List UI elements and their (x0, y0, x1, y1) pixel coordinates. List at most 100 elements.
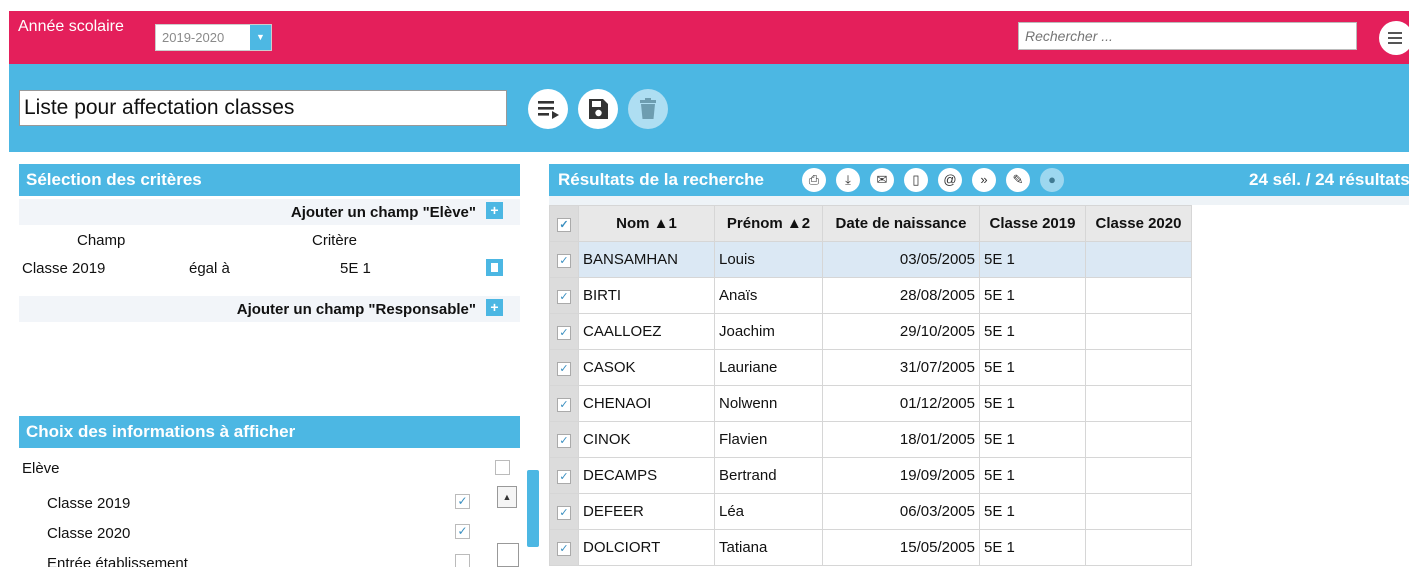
cell-class-2020[interactable] (1085, 277, 1192, 314)
cell-class-2020[interactable] (1085, 529, 1192, 566)
cell-class-2020[interactable] (1085, 385, 1192, 422)
results-header: Résultats de la recherche ⎙ ⤓ ✉ ▯ @ » ✎ … (549, 164, 1409, 196)
cell-nom: CINOK (578, 421, 715, 458)
row-checkbox[interactable]: ✓ (549, 313, 579, 350)
display-item-checkbox[interactable]: ✓ (455, 494, 470, 509)
row-checkbox[interactable]: ✓ (549, 385, 579, 422)
row-checkbox[interactable]: ✓ (549, 349, 579, 386)
row-checkbox[interactable]: ✓ (549, 493, 579, 530)
cell-date: 18/01/2005 (822, 421, 980, 458)
cell-date: 28/08/2005 (822, 277, 980, 314)
criterion-field[interactable]: Classe 2019 (22, 260, 105, 277)
table-row[interactable]: ✓ DEFEER Léa 06/03/2005 5E 1 (549, 493, 1192, 530)
cell-nom: DOLCIORT (578, 529, 715, 566)
cell-nom: DECAMPS (578, 457, 715, 494)
cell-date: 19/09/2005 (822, 457, 980, 494)
column-header[interactable]: Classe 2019 (979, 205, 1086, 242)
scrollbar[interactable] (497, 543, 519, 567)
criterion-value[interactable]: 5E 1 (340, 260, 371, 277)
add-responsible-field-row[interactable]: Ajouter un champ "Responsable" (19, 296, 520, 322)
cell-class-2020[interactable] (1085, 493, 1192, 530)
cell-class-2020[interactable] (1085, 313, 1192, 350)
table-row[interactable]: ✓ CAALLOEZ Joachim 29/10/2005 5E 1 (549, 313, 1192, 350)
table-row[interactable]: ✓ CINOK Flavien 18/01/2005 5E 1 (549, 421, 1192, 458)
mail-icon[interactable]: ✉ (870, 168, 894, 192)
results-table: ✓ Nom ▲1 Prénom ▲2 Date de naissance Cla… (549, 205, 1192, 566)
table-row[interactable]: ✓ DOLCIORT Tatiana 15/05/2005 5E 1 (549, 529, 1192, 566)
cell-class-2020[interactable] (1085, 349, 1192, 386)
at-icon[interactable]: @ (938, 168, 962, 192)
fast-icon[interactable]: » (972, 168, 996, 192)
display-item-checkbox[interactable]: ✓ (455, 524, 470, 539)
row-checkbox[interactable]: ✓ (549, 529, 579, 566)
table-row[interactable]: ✓ BIRTI Anaïs 28/08/2005 5E 1 (549, 277, 1192, 314)
list-name-input[interactable] (19, 90, 507, 126)
cell-prenom: Tatiana (714, 529, 823, 566)
results-strip (549, 196, 1409, 205)
trash-icon (628, 89, 668, 129)
cell-date: 31/07/2005 (822, 349, 980, 386)
display-item-checkbox[interactable] (455, 554, 470, 567)
column-header[interactable]: Date de naissance (822, 205, 980, 242)
cell-date: 15/05/2005 (822, 529, 980, 566)
cell-nom: CHENAOI (578, 385, 715, 422)
add-student-field-label: Ajouter un champ "Elève" (290, 204, 476, 221)
sign-icon[interactable]: ✎ (1006, 168, 1030, 192)
row-checkbox[interactable]: ✓ (549, 457, 579, 494)
display-group-label: Elève (22, 460, 60, 477)
chevron-down-icon[interactable]: ▼ (250, 25, 271, 50)
cell-nom: BIRTI (578, 277, 715, 314)
table-header-row: ✓ Nom ▲1 Prénom ▲2 Date de naissance Cla… (549, 205, 1192, 242)
criterion-operator[interactable]: égal à (189, 260, 230, 277)
scroll-up-icon[interactable]: ▲ (497, 486, 517, 508)
save-icon[interactable] (578, 89, 618, 129)
add-student-field-row[interactable]: Ajouter un champ "Elève" (19, 199, 520, 225)
cell-class-2020[interactable] (1085, 241, 1192, 278)
delete-criterion-icon[interactable] (486, 259, 503, 276)
column-header[interactable]: Classe 2020 (1085, 205, 1192, 242)
column-header[interactable]: Nom ▲1 (578, 205, 715, 242)
cell-nom: CASOK (578, 349, 715, 386)
download-icon[interactable]: ⤓ (836, 168, 860, 192)
cell-class-2019: 5E 1 (979, 349, 1086, 386)
cell-class-2019: 5E 1 (979, 529, 1086, 566)
table-row[interactable]: ✓ CHENAOI Nolwenn 01/12/2005 5E 1 (549, 385, 1192, 422)
cell-date: 01/12/2005 (822, 385, 980, 422)
select-all-checkbox[interactable]: ✓ (549, 205, 579, 242)
table-row[interactable]: ✓ BANSAMHAN Louis 03/05/2005 5E 1 (549, 241, 1192, 278)
cell-class-2019: 5E 1 (979, 385, 1086, 422)
row-checkbox[interactable]: ✓ (549, 277, 579, 314)
school-year-select[interactable]: 2019-2020 ▼ (155, 24, 272, 51)
column-header[interactable]: Prénom ▲2 (714, 205, 823, 242)
results-count: 24 sél. / 24 résultats (1249, 170, 1409, 189)
cell-prenom: Léa (714, 493, 823, 530)
table-row[interactable]: ✓ DECAMPS Bertrand 19/09/2005 5E 1 (549, 457, 1192, 494)
mobile-icon[interactable]: ▯ (904, 168, 928, 192)
cell-date: 29/10/2005 (822, 313, 980, 350)
cell-prenom: Joachim (714, 313, 823, 350)
cell-class-2019: 5E 1 (979, 457, 1086, 494)
list-run-icon[interactable] (528, 89, 568, 129)
cell-date: 06/03/2005 (822, 493, 980, 530)
menu-icon[interactable] (1379, 21, 1409, 55)
table-row[interactable]: ✓ CASOK Lauriane 31/07/2005 5E 1 (549, 349, 1192, 386)
add-responsible-field-button[interactable]: + (486, 299, 503, 316)
display-item-label: Entrée établissement (47, 555, 188, 567)
cell-date: 03/05/2005 (822, 241, 980, 278)
add-student-field-button[interactable]: + (486, 202, 503, 219)
display-heading: Choix des informations à afficher (19, 416, 520, 448)
cell-prenom: Flavien (714, 421, 823, 458)
panel-splitter[interactable] (527, 470, 539, 547)
row-checkbox[interactable]: ✓ (549, 241, 579, 278)
cell-class-2020[interactable] (1085, 421, 1192, 458)
search-input[interactable] (1018, 22, 1357, 50)
school-year-value: 2019-2020 (162, 30, 225, 45)
cell-class-2020[interactable] (1085, 457, 1192, 494)
add-responsible-field-label: Ajouter un champ "Responsable" (236, 301, 476, 318)
group-checkbox[interactable] (495, 460, 510, 475)
cell-class-2019: 5E 1 (979, 493, 1086, 530)
row-checkbox[interactable]: ✓ (549, 421, 579, 458)
cell-prenom: Anaïs (714, 277, 823, 314)
display-item-label: Classe 2019 (47, 495, 131, 512)
print-icon[interactable]: ⎙ (802, 168, 826, 192)
